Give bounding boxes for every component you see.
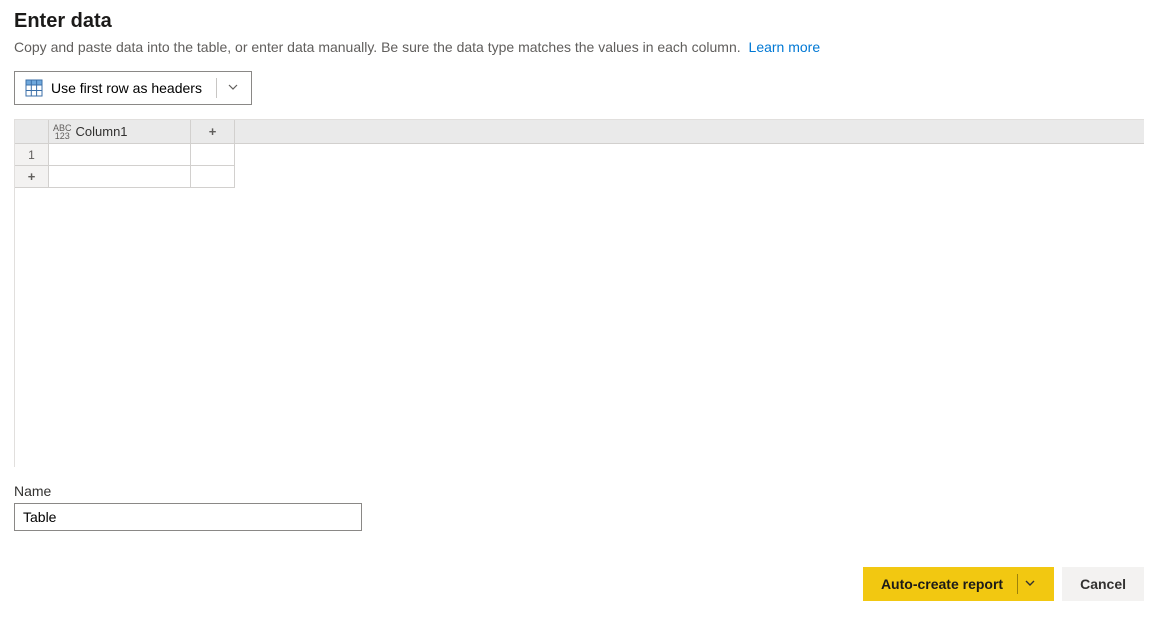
cancel-button[interactable]: Cancel bbox=[1062, 567, 1144, 601]
data-cell[interactable] bbox=[49, 144, 191, 166]
subtitle-text: Copy and paste data into the table, or e… bbox=[14, 39, 741, 55]
cell-filler bbox=[191, 166, 235, 188]
name-label: Name bbox=[14, 483, 1144, 499]
learn-more-link[interactable]: Learn more bbox=[749, 39, 821, 55]
primary-button-label: Auto-create report bbox=[881, 576, 1003, 592]
page-title: Enter data bbox=[14, 10, 1144, 33]
cell-filler bbox=[49, 166, 191, 188]
footer-actions: Auto-create report Cancel bbox=[14, 567, 1144, 601]
name-input[interactable] bbox=[14, 503, 362, 531]
table-icon bbox=[25, 79, 43, 97]
row-header[interactable]: 1 bbox=[15, 144, 49, 166]
chevron-down-icon[interactable] bbox=[227, 80, 239, 96]
add-row-button[interactable]: + bbox=[15, 166, 49, 188]
button-divider bbox=[216, 78, 217, 98]
page-subtitle: Copy and paste data into the table, or e… bbox=[14, 39, 1144, 55]
use-first-row-label: Use first row as headers bbox=[51, 80, 202, 96]
type-icon: ABC 123 bbox=[53, 124, 72, 140]
column-header[interactable]: ABC 123 Column1 bbox=[49, 120, 191, 144]
column-name: Column1 bbox=[76, 124, 128, 139]
button-divider bbox=[1017, 574, 1018, 594]
add-column-button[interactable]: + bbox=[191, 120, 235, 144]
cell-filler bbox=[191, 144, 235, 166]
chevron-down-icon[interactable] bbox=[1024, 576, 1036, 592]
header-filler bbox=[235, 120, 1144, 144]
use-first-row-button[interactable]: Use first row as headers bbox=[14, 71, 252, 105]
grid-corner bbox=[15, 120, 49, 144]
data-grid[interactable]: ABC 123 Column1 + 1 + bbox=[14, 119, 1144, 467]
auto-create-report-button[interactable]: Auto-create report bbox=[863, 567, 1054, 601]
